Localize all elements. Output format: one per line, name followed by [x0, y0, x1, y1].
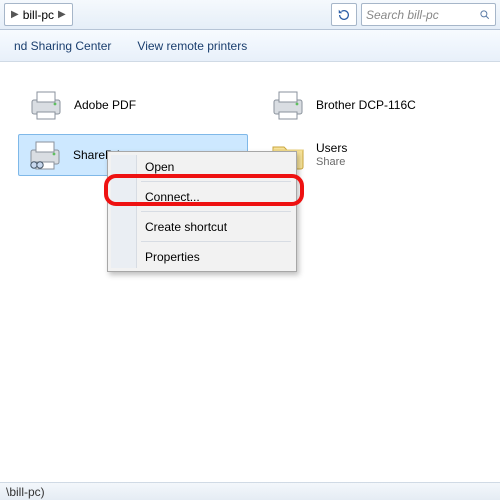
item-adobe-pdf[interactable]: Adobe PDF: [20, 84, 250, 126]
toolbar-link-sharing-center[interactable]: nd Sharing Center: [14, 39, 111, 53]
chevron-right-icon: ▶: [58, 9, 66, 20]
search-input[interactable]: Search bill-pc: [361, 3, 496, 26]
content-pane: Adobe PDF Brother DCP-116C SharePrinter: [0, 62, 500, 482]
refresh-icon: [337, 8, 351, 22]
breadcrumb-text: bill-pc: [23, 8, 54, 22]
chevron-right-icon: ▶: [11, 9, 19, 20]
context-menu-create-shortcut[interactable]: Create shortcut: [111, 215, 293, 238]
separator: [141, 211, 291, 212]
item-brother[interactable]: Brother DCP-116C: [262, 84, 492, 126]
item-label: Adobe PDF: [74, 98, 136, 113]
context-menu-properties[interactable]: Properties: [111, 245, 293, 268]
context-menu-label: Properties: [145, 250, 200, 264]
context-menu: Open Connect... Create shortcut Properti…: [107, 151, 297, 272]
search-icon: [479, 9, 491, 21]
printer-icon: [270, 88, 306, 122]
status-text: \bill-pc): [6, 485, 45, 499]
toolbar: nd Sharing Center View remote printers: [0, 30, 500, 62]
item-label: Users: [316, 141, 347, 156]
item-label: Brother DCP-116C: [316, 98, 416, 113]
toolbar-link-remote-printers[interactable]: View remote printers: [137, 39, 247, 53]
breadcrumb[interactable]: ▶ bill-pc ▶: [4, 3, 73, 26]
refresh-button[interactable]: [331, 3, 357, 26]
printer-shared-icon: [27, 138, 63, 172]
context-menu-connect[interactable]: Connect...: [111, 185, 293, 208]
search-placeholder: Search bill-pc: [366, 8, 439, 22]
context-menu-label: Connect...: [145, 190, 200, 204]
separator: [141, 241, 291, 242]
context-menu-label: Open: [145, 160, 174, 174]
context-menu-label: Create shortcut: [145, 220, 227, 234]
separator: [141, 181, 291, 182]
item-sublabel: Share: [316, 156, 347, 170]
status-bar: \bill-pc): [0, 482, 500, 500]
printer-icon: [28, 88, 64, 122]
context-menu-open[interactable]: Open: [111, 155, 293, 178]
address-bar: ▶ bill-pc ▶ Search bill-pc: [0, 0, 500, 30]
